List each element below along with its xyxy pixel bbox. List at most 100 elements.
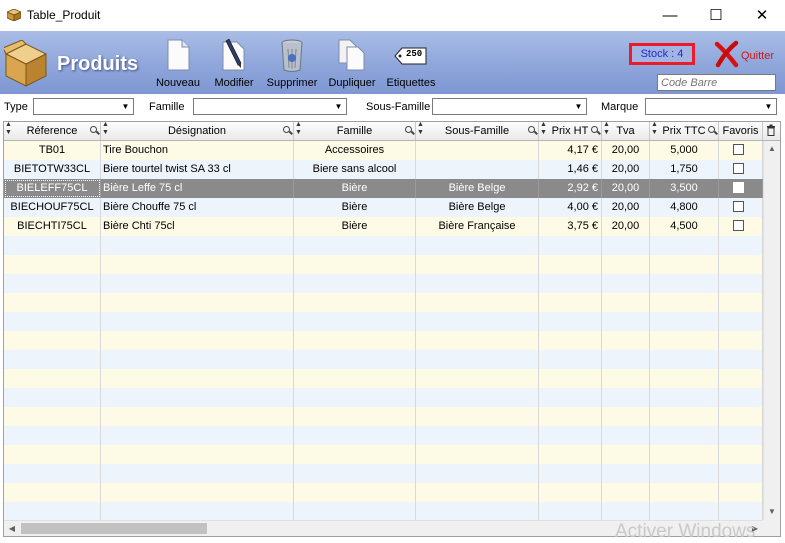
modifier-button[interactable]: Modifier — [212, 37, 256, 91]
cell-reference: BIECHTI75CL — [4, 217, 101, 236]
column-header-famille[interactable]: ▲ ▼ Famille — [294, 121, 416, 140]
maximize-button[interactable]: ☐ — [693, 0, 739, 31]
empty-table-row — [4, 312, 763, 331]
column-header-prix-ttc[interactable]: ▲ ▼ Prix TTC — [650, 121, 719, 140]
cell-sousfamille — [416, 236, 539, 255]
famille-select[interactable]: ▼ — [193, 98, 347, 115]
cell-sousfamille — [416, 312, 539, 331]
trash-icon[interactable] — [766, 124, 776, 136]
cell-reference: TB01 — [4, 141, 101, 160]
table-row[interactable]: BIETOTW33CL Biere tourtel twist SA 33 cl B… — [4, 160, 763, 179]
quit-button[interactable]: Quitter — [714, 40, 778, 68]
modifier-label: Modifier — [214, 77, 254, 89]
cell-sousfamille — [416, 388, 539, 407]
column-label: Sous-Famille — [444, 125, 510, 137]
search-icon[interactable] — [90, 126, 97, 133]
cell-reference — [4, 274, 101, 293]
column-label: Favoris — [722, 125, 759, 137]
sousfamille-select[interactable]: ▼ — [432, 98, 587, 115]
edit-document-icon — [222, 39, 245, 71]
search-icon[interactable] — [283, 126, 290, 133]
marque-select[interactable]: ▼ — [645, 98, 777, 115]
cell-prix-ttc — [650, 407, 719, 426]
column-header-designation[interactable]: ▲ ▼ Désignation — [101, 121, 294, 140]
type-select[interactable]: ▼ — [33, 98, 134, 115]
cell-prix-ttc — [650, 483, 719, 502]
scroll-thumb[interactable] — [21, 523, 207, 534]
column-header-favoris[interactable]: Favoris — [719, 122, 763, 140]
empty-table-row — [4, 236, 763, 255]
table-body: TB01 Tire Bouchon Accessoires 4,17 €20,00 5,… — [4, 141, 763, 520]
cell-prix-ht — [539, 502, 602, 520]
empty-table-row — [4, 369, 763, 388]
cell-famille — [294, 331, 416, 350]
table-row[interactable]: BIELEFF75CL Bière Leffe 75 cl Bière Bière B… — [4, 179, 763, 198]
favoris-checkbox[interactable] — [733, 182, 744, 193]
cell-favoris — [719, 141, 763, 160]
search-icon[interactable] — [591, 126, 598, 133]
cell-famille — [294, 255, 416, 274]
dupliquer-button[interactable]: Dupliquer — [327, 37, 377, 91]
cell-sousfamille — [416, 426, 539, 445]
cell-tva — [602, 464, 650, 483]
cell-tva: 20,00 — [602, 217, 650, 236]
scroll-up-icon[interactable]: ▲ — [764, 141, 780, 157]
empty-table-row — [4, 426, 763, 445]
cell-reference — [4, 464, 101, 483]
cell-tva: 20,00 — [602, 160, 650, 179]
close-button[interactable]: ✕ — [739, 0, 785, 31]
column-header-sousfamille[interactable]: ▲ ▼ Sous-Famille — [416, 121, 539, 140]
favoris-checkbox[interactable] — [733, 201, 744, 212]
cell-designation — [101, 388, 294, 407]
cell-designation — [101, 407, 294, 426]
empty-table-row — [4, 483, 763, 502]
cell-famille — [294, 407, 416, 426]
search-icon[interactable] — [708, 126, 715, 133]
column-header-reference[interactable]: ▲ ▼ Réference — [4, 121, 101, 140]
sort-icon: ▲ ▼ — [102, 121, 109, 136]
cell-prix-ttc: 3,500 — [650, 179, 719, 198]
cell-designation: Biere tourtel twist SA 33 cl — [101, 160, 294, 179]
search-icon[interactable] — [405, 126, 412, 133]
column-header-prix-ht[interactable]: ▲ ▼ Prix HT — [539, 121, 602, 140]
cell-prix-ttc — [650, 274, 719, 293]
quit-label: Quitter — [741, 50, 775, 62]
code-barre-input[interactable] — [657, 74, 776, 91]
scroll-left-icon[interactable]: ◀ — [4, 521, 20, 537]
table-row[interactable]: BIECHTI75CL Bière Chti 75cl Bière Bière Fra… — [4, 217, 763, 236]
cell-prix-ht — [539, 331, 602, 350]
cell-prix-ttc — [650, 255, 719, 274]
column-label: Désignation — [167, 125, 227, 137]
supprimer-button[interactable]: Supprimer — [266, 37, 318, 91]
cell-favoris — [719, 388, 763, 407]
scroll-down-icon[interactable]: ▼ — [764, 504, 780, 520]
cell-prix-ttc: 5,000 — [650, 141, 719, 160]
favoris-checkbox[interactable] — [733, 144, 744, 155]
cell-sousfamille — [416, 369, 539, 388]
cell-designation — [101, 255, 294, 274]
table-row[interactable]: BIECHOUF75CL Bière Chouffe 75 cl Bière Bièr… — [4, 198, 763, 217]
nouveau-button[interactable]: Nouveau — [154, 37, 202, 91]
search-icon[interactable] — [528, 126, 535, 133]
scroll-corner — [763, 520, 780, 536]
cell-prix-ht: 4,00 € — [539, 198, 602, 217]
column-header-tva[interactable]: ▲ ▼ Tva — [602, 121, 650, 140]
etiquettes-button[interactable]: 250 Etiquettes — [386, 37, 436, 91]
column-label: Famille — [336, 125, 373, 137]
cell-prix-ht — [539, 350, 602, 369]
cell-famille: Accessoires — [294, 141, 416, 160]
table-row[interactable]: TB01 Tire Bouchon Accessoires 4,17 €20,00 5,… — [4, 141, 763, 160]
favoris-checkbox[interactable] — [733, 220, 744, 231]
cell-famille — [294, 312, 416, 331]
table-header: ▲ ▼ Réference ▲ ▼ Désignation ▲ ▼ Famille ▲… — [4, 121, 780, 141]
cell-favoris — [719, 217, 763, 236]
minimize-button[interactable]: — — [647, 0, 693, 31]
sort-icon: ▲ ▼ — [540, 121, 547, 136]
filter-row: Type ▼ Famille ▼ Sous-Famille ▼ Marque ▼ — [0, 94, 785, 118]
favoris-checkbox[interactable] — [733, 163, 744, 174]
nouveau-label: Nouveau — [155, 77, 201, 89]
cell-prix-ttc — [650, 293, 719, 312]
cell-prix-ht: 4,17 € — [539, 141, 602, 160]
cell-reference — [4, 312, 101, 331]
vertical-scrollbar[interactable]: ▲ ▼ — [763, 141, 780, 520]
